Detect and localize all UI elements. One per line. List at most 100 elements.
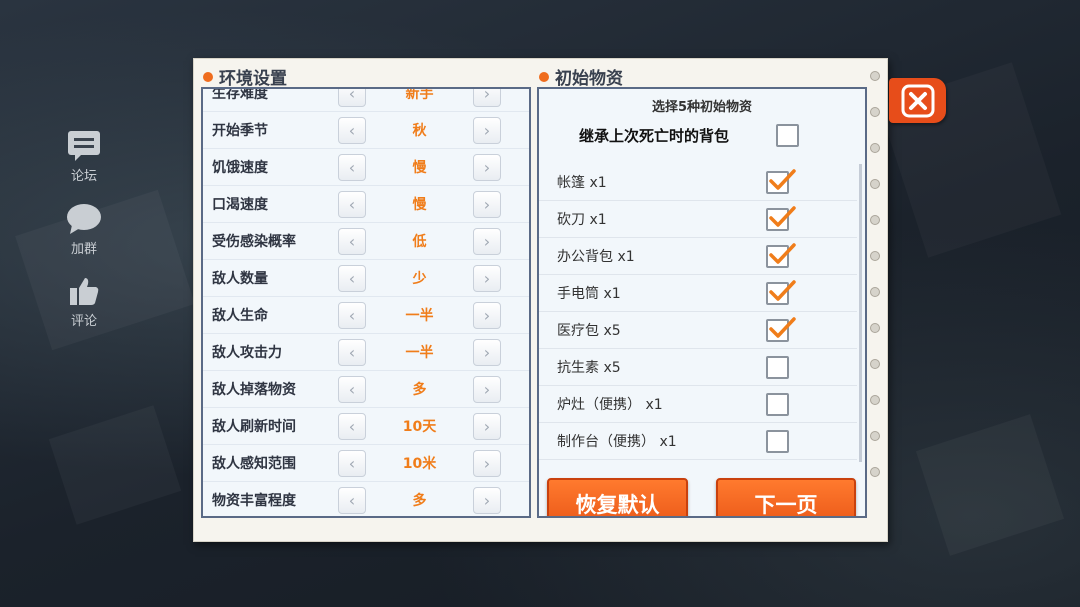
item-row: 手电筒 x1 [539,275,857,312]
ring [870,107,880,117]
checkmark-icon [769,168,796,190]
item-checkbox[interactable] [766,168,796,194]
item-checkbox[interactable] [766,355,789,379]
env-title-text: 环境设置 [219,69,287,89]
next-option-button[interactable]: › [473,153,501,181]
next-option-button[interactable]: › [473,486,501,514]
env-setting-row: 饥饿速度 ‹ 慢 › [203,149,529,186]
env-setting-value: 10天 [402,419,437,435]
item-row: 办公背包 x1 [539,238,857,275]
next-option-button[interactable]: › [473,264,501,292]
env-setting-row: 敌人刷新时间 ‹ 10天 › [203,408,529,445]
item-checkbox[interactable] [766,242,796,268]
chat-bubble-icon [67,204,101,234]
env-setting-row: 物资丰富程度 ‹ 多 › [203,482,529,516]
env-setting-value: 一半 [405,308,434,324]
ring [870,143,880,153]
env-setting-value: 10米 [402,456,437,472]
env-setting-value: 一半 [405,345,434,361]
next-option-button[interactable]: › [473,412,501,440]
env-setting-label: 生存难度 [212,87,268,102]
items-title-text: 初始物资 [555,69,623,89]
env-setting-row: 生存难度 ‹ 新手 › [203,87,529,112]
inherit-backpack-checkbox[interactable] [776,123,799,147]
item-row: 制作台（便携） x1 [539,423,857,460]
env-setting-label: 饥饿速度 [212,160,268,176]
items-scrollbar[interactable] [859,164,862,462]
item-row: 帐篷 x1 [539,164,857,201]
items-list[interactable]: 帐篷 x1 砍刀 x1 办公背包 x1 手电筒 x1 医疗包 x5 抗生素 x5 炉灶（便携… [539,164,857,462]
forum-label: 论坛 [70,169,97,184]
prev-option-button[interactable]: ‹ [338,153,366,181]
item-checkbox[interactable] [766,429,789,453]
next-option-button[interactable]: › [473,116,501,144]
review-label: 评论 [70,314,97,329]
item-checkbox[interactable] [766,316,796,342]
env-setting-label: 物资丰富程度 [212,493,296,509]
prev-option-button[interactable]: ‹ [338,89,366,107]
env-setting-row: 敌人掉落物资 ‹ 多 › [203,371,529,408]
item-name: 抗生素 x5 [557,360,621,376]
prev-option-button[interactable]: ‹ [338,375,366,403]
next-page-button[interactable]: 下一页 [716,478,856,516]
env-setting-value: 秋 [412,123,427,139]
next-option-button[interactable]: › [473,449,501,477]
item-checkbox[interactable] [766,279,796,305]
starting-items-panel: 选择5种初始物资 继承上次死亡时的背包 帐篷 x1 砍刀 x1 办公背包 x1 手电筒… [537,87,867,518]
item-row: 抗生素 x5 [539,349,857,386]
ring [870,215,880,225]
ring [870,359,880,369]
item-name: 手电筒 x1 [557,286,621,302]
item-row: 砍刀 x1 [539,201,857,238]
ring [870,251,880,261]
forum-icon [68,131,100,161]
close-button[interactable] [889,78,946,123]
prev-option-button[interactable]: ‹ [338,486,366,514]
env-setting-row: 敌人感知范围 ‹ 10米 › [203,445,529,482]
next-option-button[interactable]: › [473,190,501,218]
next-option-button[interactable]: › [473,227,501,255]
next-option-button[interactable]: › [473,375,501,403]
env-setting-row: 敌人数量 ‹ 少 › [203,260,529,297]
prev-option-button[interactable]: ‹ [338,116,366,144]
thumbs-up-icon [70,278,99,305]
close-icon [901,84,934,117]
prev-option-button[interactable]: ‹ [338,227,366,255]
ring [870,287,880,297]
join-group-button[interactable]: 加群 [58,203,110,257]
starting-items-title: 初始物资 [539,64,623,89]
env-settings-panel[interactable]: 生存难度 ‹ 新手 › 开始季节 ‹ 秋 › 饥饿速度 ‹ 慢 › 口渴速度 ‹ 慢 › 受伤感染概率 ‹ 低 › 敌人… [201,87,531,518]
prev-option-button[interactable]: ‹ [338,449,366,477]
env-setting-label: 口渴速度 [212,197,268,213]
reset-default-button[interactable]: 恢复默认 [547,478,688,516]
prev-option-button[interactable]: ‹ [338,190,366,218]
inherit-backpack-row: 继承上次死亡时的背包 [539,120,865,150]
next-option-button[interactable]: › [473,338,501,366]
next-option-button[interactable]: › [473,89,501,107]
checkmark-icon [769,242,796,264]
env-setting-value: 少 [412,271,427,287]
env-setting-value: 低 [412,234,427,250]
item-name: 办公背包 x1 [557,249,635,265]
review-button[interactable]: 评论 [58,275,110,329]
item-row: 炉灶（便携） x1 [539,386,857,423]
next-option-button[interactable]: › [473,301,501,329]
prev-option-button[interactable]: ‹ [338,412,366,440]
forum-button[interactable]: 论坛 [58,130,110,184]
item-name: 砍刀 x1 [557,212,607,228]
notebook-rings [870,71,884,503]
item-name: 医疗包 x5 [557,323,621,339]
env-setting-label: 敌人数量 [212,271,268,287]
prev-option-button[interactable]: ‹ [338,338,366,366]
item-checkbox[interactable] [766,205,796,231]
join-group-label: 加群 [70,242,97,257]
env-setting-row: 受伤感染概率 ‹ 低 › [203,223,529,260]
env-setting-row: 口渴速度 ‹ 慢 › [203,186,529,223]
prev-option-button[interactable]: ‹ [338,264,366,292]
items-subtitle: 选择5种初始物资 [651,100,753,115]
item-checkbox[interactable] [766,392,789,416]
ring [870,467,880,477]
env-setting-label: 敌人攻击力 [212,345,282,361]
bullet-dot [539,71,549,82]
prev-option-button[interactable]: ‹ [338,301,366,329]
